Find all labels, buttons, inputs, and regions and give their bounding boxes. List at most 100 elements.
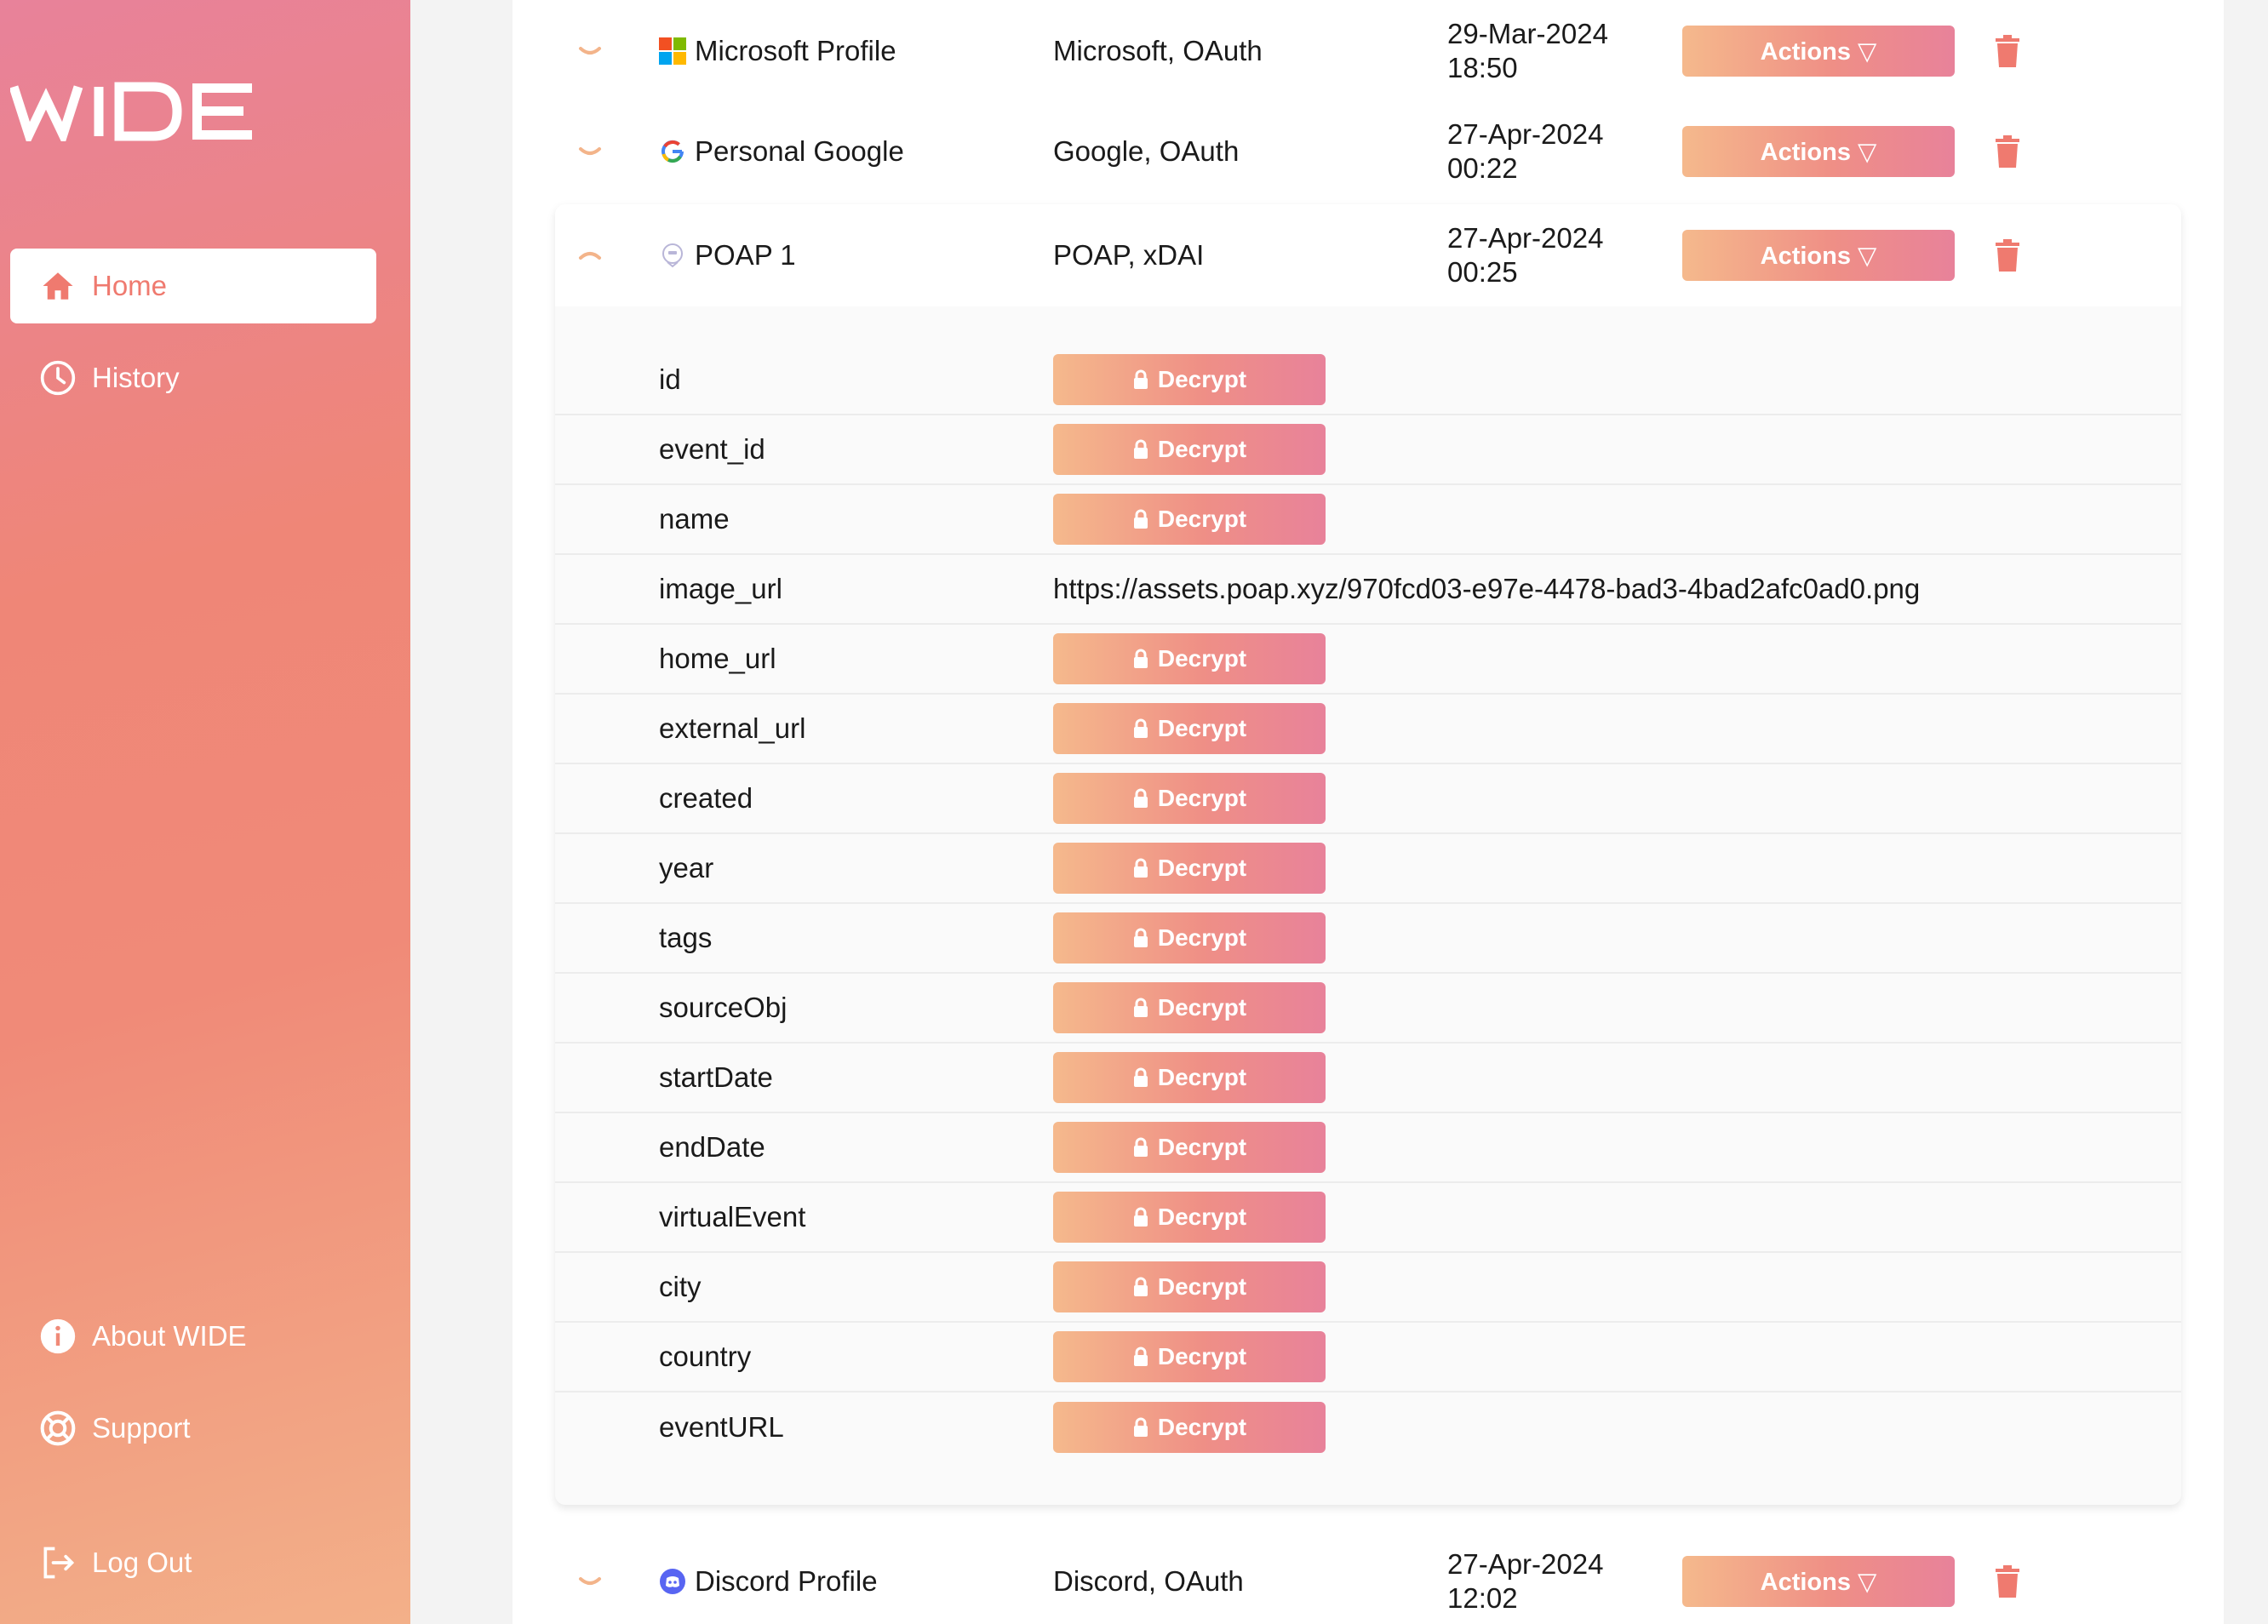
decrypt-label: Decrypt xyxy=(1157,855,1247,881)
poap-field-row: sourceObj Decrypt xyxy=(555,974,2181,1044)
decrypt-button[interactable]: Decrypt xyxy=(1053,1052,1326,1103)
chevron-up-icon[interactable] xyxy=(577,243,603,268)
decrypt-button[interactable]: Decrypt xyxy=(1053,633,1326,684)
lock-icon xyxy=(1133,1277,1148,1296)
decrypt-button[interactable]: Decrypt xyxy=(1053,912,1326,964)
trash-icon[interactable] xyxy=(1994,34,2021,68)
credential-date-day: 27-Apr-2024 xyxy=(1447,118,1604,150)
trash-icon[interactable] xyxy=(1994,238,2021,272)
decrypt-label: Decrypt xyxy=(1157,994,1247,1021)
nav-logout[interactable]: Log Out xyxy=(10,1525,376,1600)
nav-history[interactable]: History xyxy=(10,340,376,415)
decrypt-button[interactable]: Decrypt xyxy=(1053,494,1326,545)
decrypt-button[interactable]: Decrypt xyxy=(1053,1331,1326,1382)
poap-field-row: home_url Decrypt xyxy=(555,625,2181,695)
decrypt-button[interactable]: Decrypt xyxy=(1053,1402,1326,1453)
poap-field-row: eventURL Decrypt xyxy=(555,1392,2181,1462)
poap-field-row: external_url Decrypt xyxy=(555,695,2181,764)
credential-name: Discord Profile xyxy=(659,1565,878,1598)
field-name: virtualEvent xyxy=(659,1201,806,1232)
credential-date: 27-Apr-2024 00:25 xyxy=(1447,221,1652,289)
actions-label: Actions ▽ xyxy=(1760,1568,1877,1596)
credential-row[interactable]: Discord Profile Discord, OAuth 27-Apr-20… xyxy=(553,1530,2181,1624)
home-icon xyxy=(39,267,77,305)
field-name: startDate xyxy=(659,1061,773,1093)
decrypt-label: Decrypt xyxy=(1157,366,1247,392)
decrypt-button[interactable]: Decrypt xyxy=(1053,703,1326,754)
lock-icon xyxy=(1133,649,1148,668)
decrypt-button[interactable]: Decrypt xyxy=(1053,982,1326,1033)
decrypt-button[interactable]: Decrypt xyxy=(1053,424,1326,475)
decrypt-label: Decrypt xyxy=(1157,785,1247,811)
credential-row[interactable]: Personal Google Google, OAuth 27-Apr-202… xyxy=(553,100,2181,203)
lock-icon xyxy=(1133,928,1148,947)
nav-support-label: Support xyxy=(92,1412,191,1444)
credential-date: 27-Apr-2024 00:22 xyxy=(1447,117,1652,186)
field-name: created xyxy=(659,782,753,814)
poap-field-row: id Decrypt xyxy=(555,346,2181,415)
chevron-down-icon[interactable] xyxy=(577,1569,603,1594)
actions-label: Actions ▽ xyxy=(1760,242,1877,270)
actions-button[interactable]: Actions ▽ xyxy=(1682,26,1955,77)
decrypt-label: Decrypt xyxy=(1157,924,1247,951)
poap-field-row: virtualEvent Decrypt xyxy=(555,1183,2181,1253)
credential-type: Discord, OAuth xyxy=(1053,1565,1244,1597)
credential-date: 27-Apr-2024 12:02 xyxy=(1447,1547,1652,1615)
chevron-down-icon[interactable] xyxy=(577,139,603,164)
decrypt-button[interactable]: Decrypt xyxy=(1053,773,1326,824)
decrypt-label: Decrypt xyxy=(1157,1273,1247,1300)
decrypt-button[interactable]: Decrypt xyxy=(1053,1261,1326,1312)
trash-icon[interactable] xyxy=(1994,134,2021,169)
lock-icon xyxy=(1133,858,1148,878)
decrypt-button[interactable]: Decrypt xyxy=(1053,1122,1326,1173)
lock-icon xyxy=(1133,998,1148,1017)
credential-date: 29-Mar-2024 18:50 xyxy=(1447,17,1652,85)
credential-row[interactable]: Microsoft Profile Microsoft, OAuth 29-Ma… xyxy=(553,0,2181,102)
lock-icon xyxy=(1133,788,1148,808)
nav-about-label: About WIDE xyxy=(92,1320,247,1352)
nav-home[interactable]: Home xyxy=(10,249,376,323)
decrypt-label: Decrypt xyxy=(1157,645,1247,672)
field-name: image_url xyxy=(659,573,782,604)
poap-field-row: tags Decrypt xyxy=(555,904,2181,974)
field-name: event_id xyxy=(659,433,765,465)
nav-about[interactable]: About WIDE xyxy=(10,1299,376,1374)
decrypt-label: Decrypt xyxy=(1157,1414,1247,1440)
lock-icon xyxy=(1133,1417,1148,1437)
lock-icon xyxy=(1133,1207,1148,1227)
poap-field-row: name Decrypt xyxy=(555,485,2181,555)
field-name: year xyxy=(659,852,714,883)
chevron-down-icon[interactable] xyxy=(577,38,603,64)
poap-icon xyxy=(659,242,686,269)
poap-field-row: city Decrypt xyxy=(555,1253,2181,1323)
actions-button[interactable]: Actions ▽ xyxy=(1682,126,1955,177)
credential-type: Microsoft, OAuth xyxy=(1053,35,1263,66)
credential-name-text: Personal Google xyxy=(695,135,904,167)
poap-field-row: image_url https://assets.poap.xyz/970fcd0… xyxy=(555,555,2181,625)
decrypt-label: Decrypt xyxy=(1157,506,1247,532)
decrypt-button[interactable]: Decrypt xyxy=(1053,843,1326,894)
poap-field-row: created Decrypt xyxy=(555,764,2181,834)
lifebuoy-icon xyxy=(39,1410,77,1447)
wide-logo[interactable] xyxy=(10,82,257,141)
nav-support[interactable]: Support xyxy=(10,1391,376,1466)
expanded-card-header[interactable]: POAP 1 POAP, xDAI 27-Apr-2024 00:25 Acti… xyxy=(555,204,2181,306)
decrypt-label: Decrypt xyxy=(1157,1134,1247,1160)
lock-icon xyxy=(1133,439,1148,459)
field-name: city xyxy=(659,1271,702,1302)
decrypt-button[interactable]: Decrypt xyxy=(1053,1192,1326,1243)
trash-icon[interactable] xyxy=(1994,1564,2021,1598)
actions-button[interactable]: Actions ▽ xyxy=(1682,230,1955,281)
field-value: https://assets.poap.xyz/970fcd03-e97e-44… xyxy=(1053,573,1921,604)
credential-type: POAP, xDAI xyxy=(1053,239,1205,271)
actions-button[interactable]: Actions ▽ xyxy=(1682,1556,1955,1607)
actions-label: Actions ▽ xyxy=(1760,138,1877,166)
credential-name-text: Discord Profile xyxy=(695,1565,878,1597)
decrypt-button[interactable]: Decrypt xyxy=(1053,354,1326,405)
credential-date-day: 29-Mar-2024 xyxy=(1447,18,1608,49)
field-name: external_url xyxy=(659,712,806,744)
poap-field-row: year Decrypt xyxy=(555,834,2181,904)
discord-icon xyxy=(659,1568,686,1595)
nav-history-label: History xyxy=(92,362,180,393)
field-name: home_url xyxy=(659,643,776,674)
